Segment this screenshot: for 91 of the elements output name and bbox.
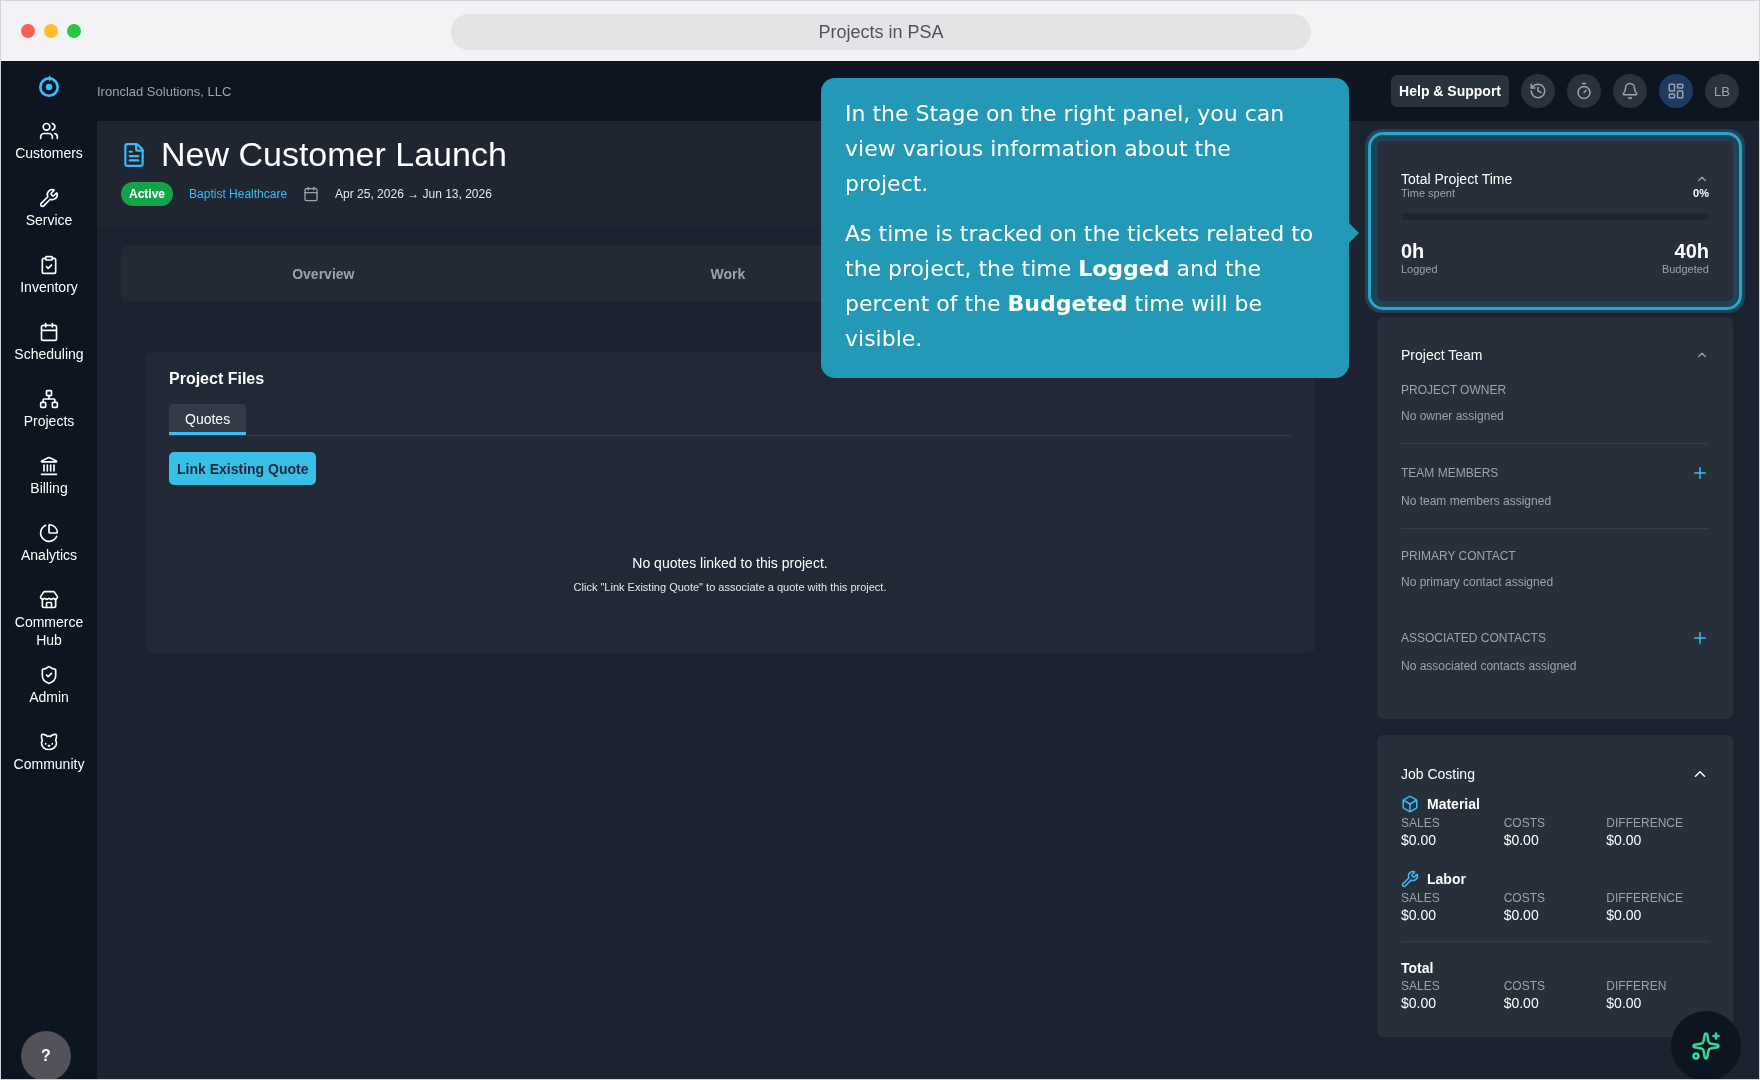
sparkles-icon (1691, 1031, 1721, 1061)
sidebar-item[interactable]: Billing (1, 448, 97, 515)
tooltip-text: In the Stage on the right panel, you can view various information about the project. (845, 100, 1286, 199)
dashboard-button[interactable] (1659, 74, 1693, 108)
window-title: Projects in PSA (451, 14, 1311, 50)
amount: $0.00 (1606, 907, 1643, 923)
calendar-icon (39, 322, 59, 342)
pie-chart-icon (39, 523, 59, 543)
column-label: DIFFERENCE (1606, 891, 1684, 905)
store-icon (39, 590, 59, 610)
card-title: Total Project Time (1401, 171, 1513, 187)
notifications-button[interactable] (1613, 74, 1647, 108)
calendar-icon (303, 186, 320, 202)
sidebar-item[interactable]: Inventory (1, 247, 97, 314)
sidebar-item[interactable]: Projects (1, 381, 97, 448)
sidebar-item[interactable]: Community (1, 724, 97, 791)
amount: $0.00 (1606, 995, 1643, 1011)
add-icon[interactable] (1691, 464, 1709, 482)
company-name: Ironclad Solutions, LLC (97, 83, 233, 99)
sidebar-item[interactable]: Commerce Hub (1, 582, 97, 657)
column-label: COSTS (1503, 979, 1546, 993)
field-value: No associated contacts assigned (1401, 659, 1578, 673)
section-title: Project Files (169, 370, 266, 388)
document-icon (121, 141, 147, 168)
users-icon (39, 121, 59, 141)
date-range: Apr 25, 2026 → Jun 13, 2026 (335, 187, 492, 201)
add-icon[interactable] (1691, 629, 1709, 647)
status-badge: Active (121, 182, 174, 206)
column-label: DIFFERENCE (1606, 816, 1684, 830)
field-label: TEAM MEMBERS (1401, 466, 1499, 480)
amount: $0.00 (1503, 832, 1540, 848)
column-label: COSTS (1503, 891, 1546, 905)
empty-hint: Click "Link Existing Quote" to associate a quote with this project. (572, 581, 888, 593)
column-label: SALES (1401, 816, 1441, 830)
sidebar-item[interactable]: Customers (1, 113, 97, 180)
field-value: No team members assigned (1401, 494, 1553, 508)
link-quote-button[interactable]: Link Existing Quote (169, 452, 317, 485)
tab[interactable]: Quotes (169, 404, 247, 435)
field-label: PROJECT OWNER (1401, 383, 1507, 397)
subtitle: Time spent (1401, 187, 1455, 199)
group-name: Labor (1427, 871, 1466, 887)
logged-hours: 0h (1401, 240, 1425, 263)
field-label: ASSOCIATED CONTACTS (1401, 631, 1546, 645)
logged-label: Logged (1401, 263, 1438, 275)
group-name: Total (1401, 960, 1434, 976)
budgeted-label: Budgeted (1661, 263, 1709, 275)
help-support-button[interactable]: Help & Support (1391, 75, 1509, 107)
sidebar-item[interactable]: Service (1, 180, 97, 247)
sidebar-item[interactable]: Scheduling (1, 314, 97, 381)
bank-icon (39, 456, 59, 476)
close-window-icon[interactable] (21, 24, 35, 38)
cube-icon (1401, 795, 1419, 813)
shield-icon (39, 665, 59, 685)
amount: $0.00 (1401, 995, 1438, 1011)
clipboard-icon (39, 255, 59, 275)
hierarchy-icon (39, 389, 59, 409)
field-value: No primary contact assigned (1401, 575, 1555, 589)
card-title: Project Team (1401, 347, 1483, 363)
field-value: No owner assigned (1401, 409, 1505, 423)
column-label: COSTS (1503, 816, 1546, 830)
amount: $0.00 (1401, 907, 1438, 923)
user-avatar[interactable]: LB (1705, 74, 1739, 108)
dashboard-icon (1667, 82, 1685, 100)
column-label: SALES (1401, 891, 1441, 905)
group-name: Material (1427, 796, 1480, 812)
logo-icon[interactable] (36, 73, 62, 99)
sidebar-item[interactable]: Analytics (1, 515, 97, 582)
project-title: New Customer Launch (161, 135, 507, 174)
field-label: PRIMARY CONTACT (1401, 549, 1516, 563)
animal-face-icon (39, 732, 59, 752)
wrench-icon (39, 188, 59, 208)
customer-link[interactable]: Baptist Healthcare (189, 187, 288, 201)
history-button[interactable] (1521, 74, 1555, 108)
wrench-icon (1401, 870, 1419, 888)
amount: $0.00 (1503, 995, 1540, 1011)
tab[interactable]: Overview (121, 246, 526, 302)
tooltip-text: As time is tracked on the tickets related to the project, the time Logged and the percent of the Budgeted time will be visible. (845, 219, 1315, 354)
sidebar-item[interactable]: Admin (1, 657, 97, 724)
timer-icon (1575, 82, 1593, 100)
column-label: SALES (1401, 979, 1441, 993)
budgeted-hours: 40h (1674, 240, 1709, 263)
card-title: Job Costing (1401, 766, 1475, 782)
history-icon (1529, 82, 1547, 100)
amount: $0.00 (1606, 832, 1643, 848)
timer-button[interactable] (1567, 74, 1601, 108)
column-label: DIFFEREN (1606, 979, 1668, 993)
bell-icon (1621, 82, 1639, 100)
percent-value: 0% (1693, 187, 1709, 199)
amount: $0.00 (1503, 907, 1540, 923)
empty-message: No quotes linked to this project. (631, 555, 829, 571)
amount: $0.00 (1401, 832, 1438, 848)
